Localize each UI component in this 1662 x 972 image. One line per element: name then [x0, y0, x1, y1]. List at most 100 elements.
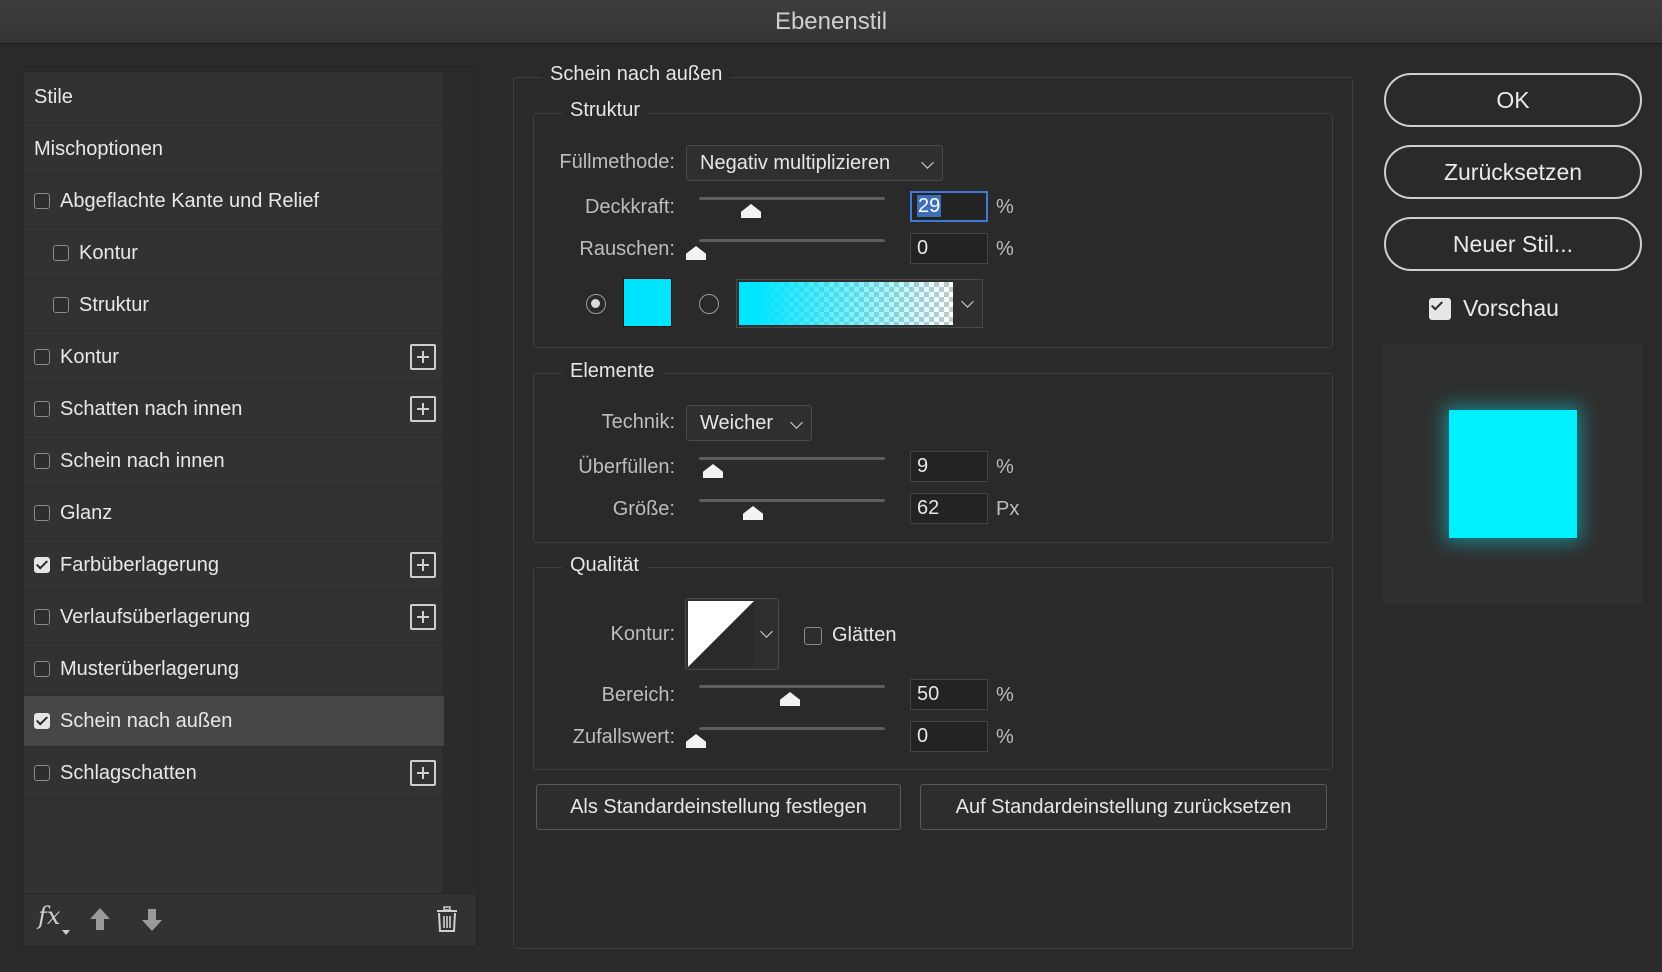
preview-checkbox-wrap[interactable]: Vorschau — [1429, 295, 1559, 322]
gradient-radio[interactable] — [699, 294, 719, 314]
add-effect-plus-icon[interactable] — [410, 344, 436, 370]
range-unit: % — [996, 684, 1014, 706]
style-item-label: Mischoptionen — [34, 137, 163, 160]
style-checkbox[interactable] — [53, 297, 69, 313]
style-item[interactable]: Abgeflachte Kante und Relief — [24, 176, 444, 227]
contour-label: Kontur: — [610, 623, 675, 645]
antialias-checkbox-wrap[interactable]: Glätten — [804, 624, 896, 647]
range-input[interactable]: 50 — [910, 679, 988, 710]
blend-mode-dropdown[interactable]: Negativ multiplizieren — [686, 145, 943, 181]
style-item[interactable]: Farbüberlagerung — [24, 540, 444, 591]
style-checkbox[interactable] — [34, 193, 50, 209]
range-slider[interactable] — [699, 685, 885, 688]
style-item-label: Schein nach außen — [60, 709, 233, 732]
solid-color-radio[interactable] — [586, 294, 606, 314]
chevron-down-icon — [921, 156, 934, 169]
spread-label: Überfüllen: — [578, 456, 675, 478]
noise-value: 0 — [917, 237, 929, 259]
add-effect-plus-icon[interactable] — [410, 552, 436, 578]
preview-area — [1383, 344, 1643, 604]
opacity-input[interactable]: 29 — [910, 191, 988, 222]
gradient-picker[interactable] — [736, 279, 983, 328]
ok-button[interactable]: OK — [1384, 73, 1642, 127]
quality-legend: Qualität — [562, 554, 647, 577]
spread-input[interactable]: 9 — [910, 451, 988, 482]
reset-default-button[interactable]: Auf Standardeinstellung zurücksetzen — [920, 784, 1327, 830]
style-checkbox[interactable] — [34, 661, 50, 677]
style-item[interactable]: Schlagschatten — [24, 748, 444, 799]
fx-icon[interactable]: fx — [38, 902, 72, 938]
jitter-slider[interactable] — [699, 727, 885, 730]
gradient-preview — [739, 282, 953, 325]
glow-color-swatch[interactable] — [623, 278, 672, 327]
range-label: Bereich: — [601, 684, 675, 706]
arrow-down-icon[interactable] — [140, 907, 164, 933]
elements-legend: Elemente — [562, 360, 663, 383]
style-item[interactable]: Schein nach außen — [24, 696, 444, 747]
style-item[interactable]: Stile — [24, 72, 444, 123]
technique-value: Weicher — [700, 412, 773, 434]
styles-list-scrollbar[interactable] — [442, 72, 476, 894]
contour-curve-icon — [688, 601, 754, 667]
spread-slider[interactable] — [699, 457, 885, 460]
add-effect-plus-icon[interactable] — [410, 396, 436, 422]
jitter-value: 0 — [917, 725, 929, 747]
style-item[interactable]: Glanz — [24, 488, 444, 539]
style-item[interactable]: Schatten nach innen — [24, 384, 444, 435]
antialias-checkbox[interactable] — [804, 626, 822, 645]
preview-checkbox[interactable] — [1429, 297, 1451, 320]
reset-button[interactable]: Zurücksetzen — [1384, 145, 1642, 199]
opacity-slider[interactable] — [699, 197, 885, 200]
noise-label: Rauschen: — [579, 238, 675, 260]
style-checkbox[interactable] — [34, 453, 50, 469]
contour-picker[interactable] — [685, 598, 779, 670]
blend-mode-value: Negativ multiplizieren — [700, 152, 891, 174]
noise-input[interactable]: 0 — [910, 233, 988, 264]
style-checkbox[interactable] — [34, 401, 50, 417]
style-checkbox[interactable] — [34, 609, 50, 625]
style-item[interactable]: Schein nach innen — [24, 436, 444, 487]
jitter-input[interactable]: 0 — [910, 721, 988, 752]
size-label: Größe: — [612, 498, 675, 520]
styles-list-footer: fx — [24, 893, 476, 946]
style-checkbox[interactable] — [34, 349, 50, 365]
style-item[interactable]: Musterüberlagerung — [24, 644, 444, 695]
style-checkbox[interactable] — [34, 765, 50, 781]
style-item[interactable]: Mischoptionen — [24, 124, 444, 175]
style-checkbox[interactable] — [34, 557, 50, 573]
jitter-unit: % — [996, 726, 1014, 748]
add-effect-plus-icon[interactable] — [410, 760, 436, 786]
style-item[interactable]: Struktur — [24, 280, 444, 331]
style-item-label: Kontur — [60, 345, 119, 368]
fx-label: fx — [38, 902, 61, 930]
size-slider[interactable] — [699, 499, 885, 502]
opacity-unit: % — [996, 196, 1014, 218]
antialias-label: Glätten — [832, 624, 897, 646]
window-title-bar: Ebenenstil — [0, 0, 1662, 44]
technique-dropdown[interactable]: Weicher — [686, 405, 812, 441]
structure-legend: Struktur — [562, 99, 649, 122]
chevron-down-icon — [760, 625, 773, 638]
style-checkbox[interactable] — [34, 713, 50, 729]
size-input[interactable]: 62 — [910, 493, 988, 524]
style-item-label: Musterüberlagerung — [60, 657, 239, 680]
style-item[interactable]: Verlaufsüberlagerung — [24, 592, 444, 643]
style-item-label: Kontur — [79, 241, 138, 264]
style-item[interactable]: Kontur — [24, 332, 444, 383]
chevron-down-icon — [961, 295, 974, 308]
size-unit: Px — [996, 498, 1020, 520]
noise-slider[interactable] — [699, 239, 885, 242]
styles-list-panel: Stile Mischoptionen Abgeflachte Kante und … — [23, 71, 477, 947]
style-item-label: Schatten nach innen — [60, 397, 243, 420]
set-default-button[interactable]: Als Standardeinstellung festlegen — [536, 784, 901, 830]
arrow-up-icon[interactable] — [88, 906, 112, 932]
range-value: 50 — [917, 683, 940, 705]
add-effect-plus-icon[interactable] — [410, 604, 436, 630]
trash-icon[interactable] — [436, 906, 458, 932]
style-item-label: Glanz — [60, 501, 113, 524]
style-item-label: Abgeflachte Kante und Relief — [60, 189, 320, 212]
new-style-button[interactable]: Neuer Stil... — [1384, 217, 1642, 271]
style-item[interactable]: Kontur — [24, 228, 444, 279]
style-checkbox[interactable] — [53, 245, 69, 261]
style-checkbox[interactable] — [34, 505, 50, 521]
